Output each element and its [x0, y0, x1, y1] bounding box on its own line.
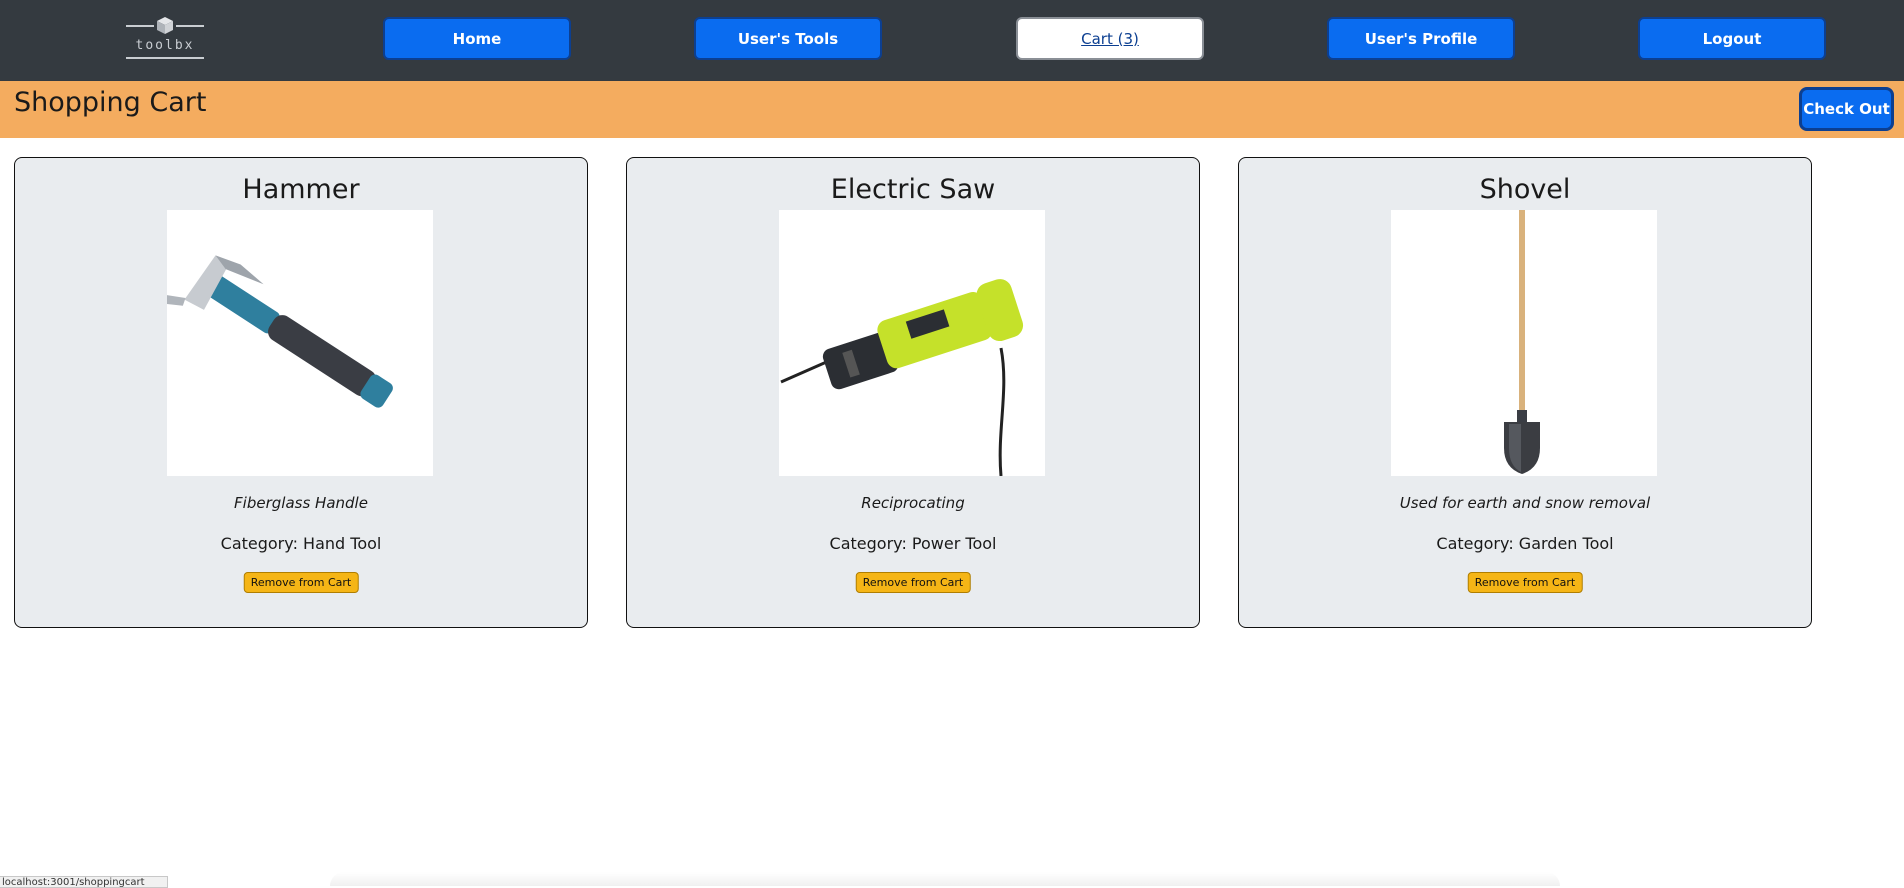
remove-from-cart-button[interactable]: Remove from Cart [1467, 572, 1583, 593]
page-title: Shopping Cart [14, 87, 207, 118]
item-name: Hammer [242, 174, 360, 205]
nav-home-button[interactable]: Home [383, 17, 571, 60]
cart-item-card: Electric Saw Reciprocating Category: Pow… [626, 157, 1200, 628]
item-description: Reciprocating [861, 494, 965, 512]
shovel-image [1391, 210, 1657, 476]
page-bottom-shadow [330, 872, 1560, 886]
item-category: Category: Garden Tool [1436, 534, 1614, 553]
cart-header-bar: Shopping Cart Check Out [0, 81, 1904, 138]
status-bar-url: localhost:3001/shoppingcart [0, 876, 168, 888]
nav-users-tools-button[interactable]: User's Tools [694, 17, 882, 60]
nav-logout-button[interactable]: Logout [1638, 17, 1826, 60]
nav-cart-button[interactable]: Cart (3) [1016, 17, 1204, 60]
item-name: Shovel [1479, 174, 1571, 205]
hammer-image [167, 210, 433, 476]
item-description: Fiberglass Handle [234, 494, 368, 512]
remove-from-cart-button[interactable]: Remove from Cart [243, 572, 359, 593]
top-navbar: toolbx Home User's Tools Cart (3) User's… [0, 0, 1904, 81]
item-name: Electric Saw [830, 174, 996, 205]
hammer-icon [167, 255, 393, 408]
cart-item-card: Hammer Fiberglass Handle Category: Hand … [14, 157, 588, 628]
item-category: Category: Power Tool [829, 534, 997, 553]
check-out-button[interactable]: Check Out [1799, 87, 1894, 131]
shovel-icon [1504, 210, 1540, 474]
logo-text: toolbx [135, 38, 195, 53]
saw-icon [780, 279, 1024, 476]
cart-item-card: Shovel Used for earth and snow removal C… [1238, 157, 1812, 628]
item-category: Category: Hand Tool [220, 534, 382, 553]
nav-users-profile-button[interactable]: User's Profile [1327, 17, 1515, 60]
remove-from-cart-button[interactable]: Remove from Cart [855, 572, 971, 593]
item-description: Used for earth and snow removal [1399, 494, 1651, 512]
toolbx-logo[interactable]: toolbx [124, 16, 206, 64]
reciprocating-saw-image [779, 210, 1045, 476]
